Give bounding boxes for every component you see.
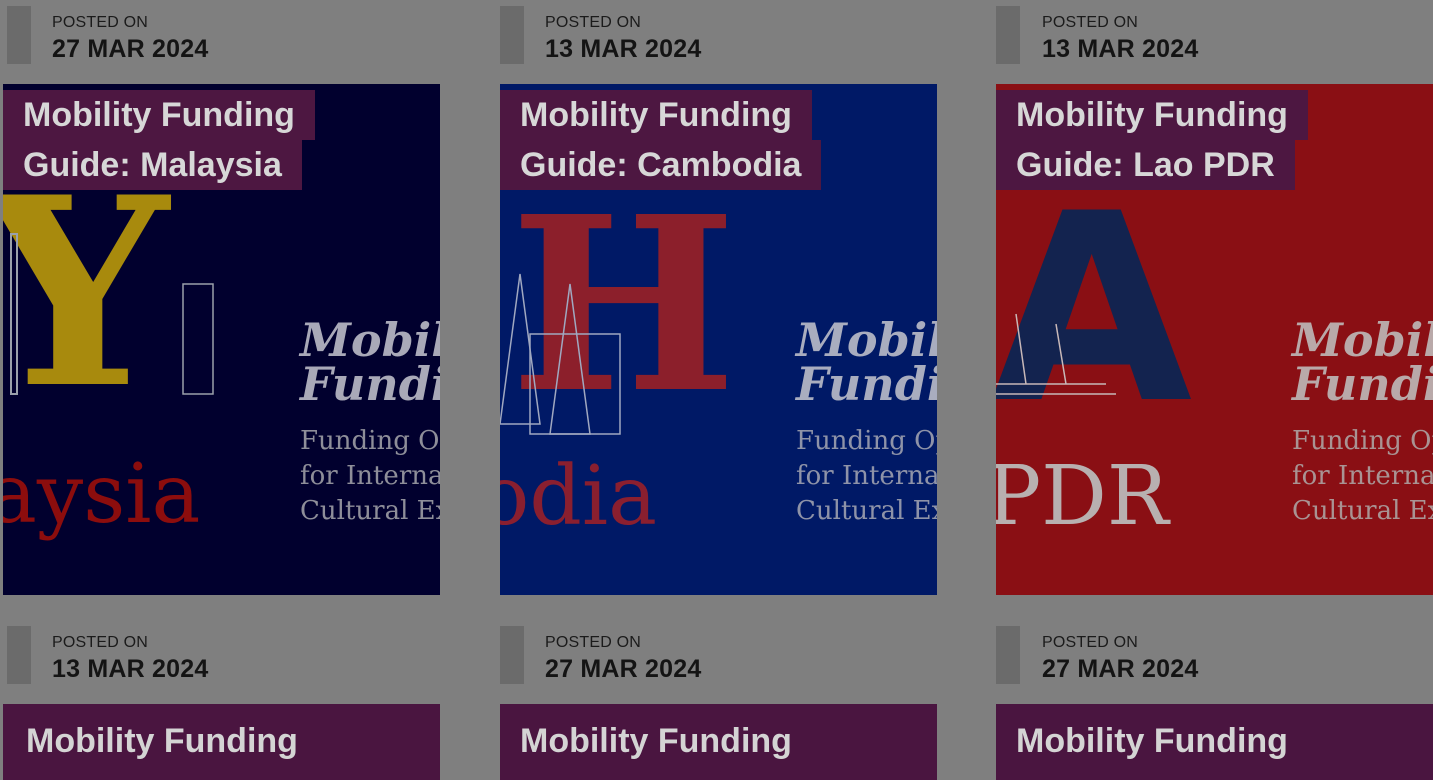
post-card-bottom-1[interactable]: POSTED ON 13 MAR 2024 <box>3 620 440 684</box>
post-card-lao-pdr[interactable]: POSTED ON 13 MAR 2024 A PDR Mobili Fundi… <box>996 0 1433 595</box>
date-accent-bar <box>500 6 524 64</box>
post-thumbnail[interactable]: Y aysia Mobili Fundi Funding Op for Inte… <box>3 84 440 595</box>
post-title-line-1[interactable]: Mobility Funding <box>520 722 792 761</box>
posted-on-block: POSTED ON 27 MAR 2024 <box>3 0 440 64</box>
date-accent-bar <box>996 626 1020 684</box>
cover-sub-3: Cultural Ex <box>796 496 937 526</box>
cover-heading-2: Fundi <box>298 357 440 411</box>
posted-on-label: POSTED ON <box>545 14 642 31</box>
posted-on-label: POSTED ON <box>52 14 149 31</box>
cover-sub-1: Funding Op <box>300 426 440 456</box>
post-title-bottom-3[interactable]: Mobility Funding <box>996 704 1433 780</box>
post-date: 13 MAR 2024 <box>52 655 209 683</box>
cover-word: aysia <box>3 447 200 542</box>
posted-on-label: POSTED ON <box>545 634 642 651</box>
cover-sub-1: Funding Op <box>796 426 937 456</box>
post-thumbnail[interactable]: A PDR Mobili Fundi Funding Op for Intern… <box>996 84 1433 595</box>
post-title-line-1[interactable]: Mobility Funding <box>996 90 1308 140</box>
cover-big-letter: H <box>510 164 737 446</box>
date-accent-bar <box>500 626 524 684</box>
cover-word: PDR <box>996 449 1171 544</box>
post-title-line-1[interactable]: Mobility Funding <box>500 90 812 140</box>
cover-sub-2: for Internat <box>300 461 440 491</box>
post-title[interactable]: Mobility Funding Guide: Cambodia <box>500 90 822 190</box>
post-card-bottom-3[interactable]: POSTED ON 27 MAR 2024 <box>996 620 1433 684</box>
posted-on-block: POSTED ON 13 MAR 2024 <box>500 0 937 64</box>
post-date: 13 MAR 2024 <box>1042 35 1199 63</box>
posted-on-block: POSTED ON 27 MAR 2024 <box>996 620 1433 684</box>
posted-on-block: POSTED ON 13 MAR 2024 <box>996 0 1433 64</box>
cover-sub-3: Cultural Ex <box>1292 496 1433 526</box>
post-date: 27 MAR 2024 <box>545 655 702 683</box>
post-title[interactable]: Mobility Funding Guide: Lao PDR <box>996 90 1308 190</box>
cover-sub-2: for Internat <box>796 461 937 491</box>
posts-grid: POSTED ON 27 MAR 2024 Y aysia Mobili Fun… <box>0 0 1433 780</box>
posted-on-block: POSTED ON 27 MAR 2024 <box>500 620 937 684</box>
post-title-bottom-1[interactable]: Mobility Funding <box>3 704 440 780</box>
post-card-bottom-2[interactable]: POSTED ON 27 MAR 2024 <box>500 620 937 684</box>
posted-on-label: POSTED ON <box>1042 14 1139 31</box>
post-title-bottom-2[interactable]: Mobility Funding <box>500 704 937 780</box>
cover-sub-2: for Internat <box>1292 461 1433 491</box>
cover-sub-3: Cultural Ex <box>300 496 440 526</box>
post-title[interactable]: Mobility Funding Guide: Malaysia <box>3 90 315 190</box>
post-thumbnail[interactable]: H odia Mobili Fundi Funding Op for Inter… <box>500 84 937 595</box>
posted-on-label: POSTED ON <box>1042 634 1139 651</box>
posted-on-block: POSTED ON 13 MAR 2024 <box>3 620 440 684</box>
cover-word: odia <box>500 449 657 544</box>
cover-heading-2: Fundi <box>1290 357 1433 411</box>
post-date: 27 MAR 2024 <box>52 35 209 63</box>
post-title-line-2[interactable]: Guide: Lao PDR <box>996 140 1295 190</box>
cover-sub-1: Funding Op <box>1292 426 1433 456</box>
date-accent-bar <box>996 6 1020 64</box>
post-title-line-2[interactable]: Guide: Malaysia <box>3 140 302 190</box>
post-card-cambodia[interactable]: POSTED ON 13 MAR 2024 H odia Mobili Fund… <box>500 0 937 595</box>
post-title-line-1[interactable]: Mobility Funding <box>26 722 298 761</box>
post-title-line-2[interactable]: Guide: Cambodia <box>500 140 822 190</box>
date-accent-bar <box>7 6 31 64</box>
post-card-malaysia[interactable]: POSTED ON 27 MAR 2024 Y aysia Mobili Fun… <box>3 0 440 595</box>
post-date: 27 MAR 2024 <box>1042 655 1199 683</box>
cover-heading-2: Fundi <box>794 357 937 411</box>
post-title-line-1[interactable]: Mobility Funding <box>3 90 315 140</box>
posted-on-label: POSTED ON <box>52 634 149 651</box>
cover-big-letter: A <box>996 159 1194 461</box>
date-accent-bar <box>7 626 31 684</box>
post-title-line-1[interactable]: Mobility Funding <box>1016 722 1288 761</box>
post-date: 13 MAR 2024 <box>545 35 702 63</box>
